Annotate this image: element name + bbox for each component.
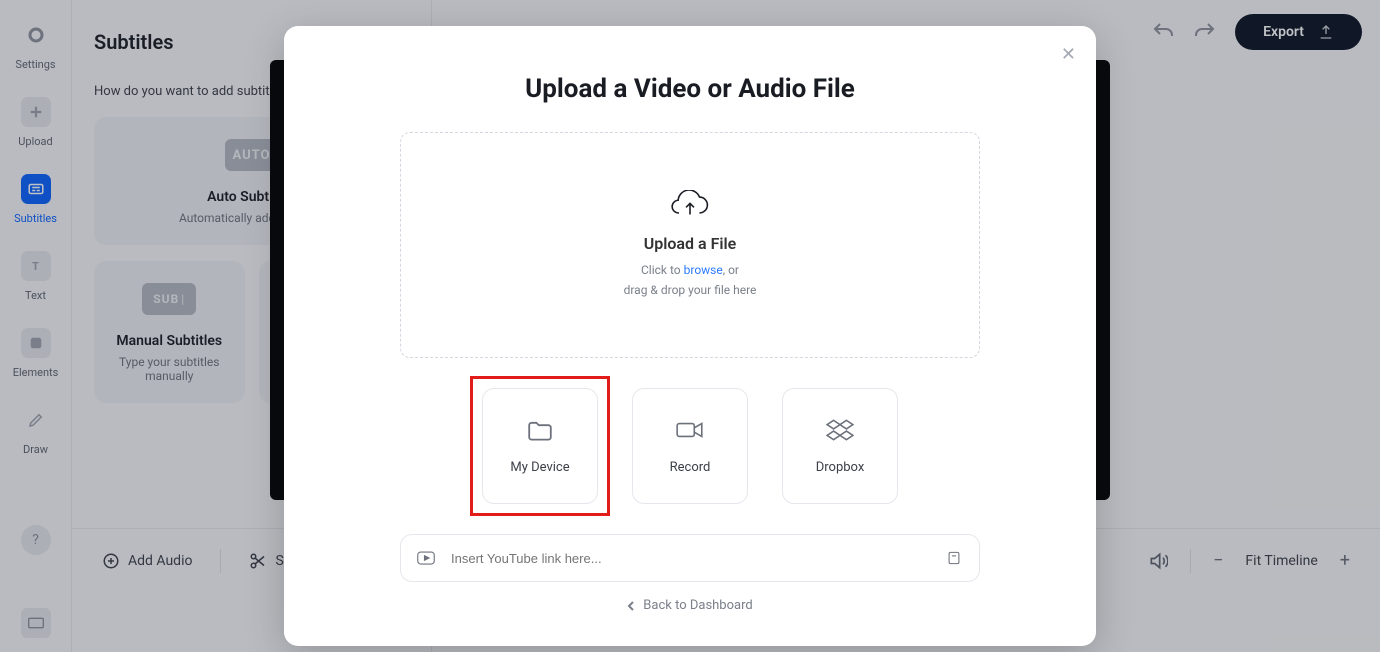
source-label: Dropbox — [816, 460, 865, 475]
chevron-left-icon — [627, 600, 635, 612]
cloud-upload-icon — [671, 190, 709, 220]
upload-sources: My Device Record Dropbox — [482, 388, 898, 504]
source-record[interactable]: Record — [632, 388, 748, 504]
modal-title: Upload a Video or Audio File — [525, 74, 855, 104]
upload-modal: ✕ Upload a Video or Audio File Upload a … — [284, 26, 1096, 646]
dropbox-icon — [825, 418, 855, 442]
paste-icon[interactable] — [945, 551, 963, 565]
back-label: Back to Dashboard — [643, 598, 752, 613]
browse-link[interactable]: browse — [684, 263, 723, 277]
source-dropbox[interactable]: Dropbox — [782, 388, 898, 504]
camera-icon — [675, 418, 705, 442]
back-to-dashboard-link[interactable]: Back to Dashboard — [627, 598, 752, 613]
youtube-input-field[interactable] — [451, 551, 929, 566]
close-button[interactable]: ✕ — [1061, 44, 1076, 65]
youtube-link-input[interactable] — [400, 534, 980, 582]
youtube-icon — [417, 551, 435, 565]
dropzone[interactable]: Upload a File Click to browse, or drag &… — [400, 132, 980, 358]
dropzone-title: Upload a File — [644, 234, 737, 253]
dropzone-subtitle: Click to browse, or drag & drop your fil… — [624, 261, 757, 299]
source-label: Record — [670, 460, 711, 475]
highlight-box — [470, 376, 610, 516]
